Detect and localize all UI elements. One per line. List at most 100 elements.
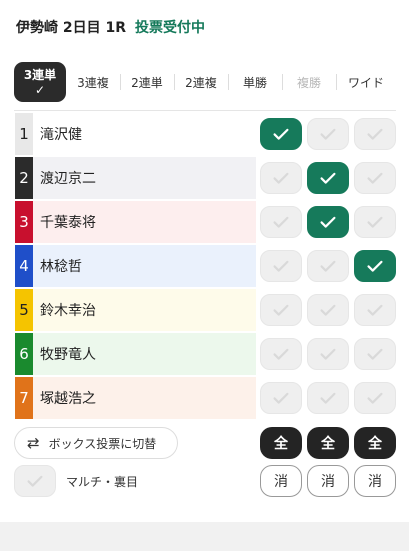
racer-name: 千葉泰将	[33, 200, 256, 243]
check-icon	[367, 304, 383, 316]
position-checks	[256, 249, 396, 282]
position-checks	[256, 381, 396, 414]
tabs-divider	[14, 110, 396, 111]
race-header: 伊勢崎 2日目 1R 投票受付中	[16, 16, 205, 38]
racer-number: 2	[15, 156, 33, 199]
check-icon	[273, 348, 289, 360]
box-switch-label: ボックス投票に切替	[48, 436, 157, 451]
clear-button-3[interactable]: 消	[354, 465, 396, 497]
position-1-checkbox[interactable]	[260, 205, 302, 238]
position-checks	[256, 161, 396, 194]
position-3-checkbox[interactable]	[354, 117, 396, 150]
check-icon	[367, 260, 383, 272]
racer-name: 渡辺京二	[33, 156, 256, 199]
check-icon	[320, 392, 336, 404]
position-1-checkbox[interactable]	[260, 293, 302, 326]
position-2-checkbox[interactable]	[307, 161, 349, 194]
check-icon	[320, 172, 336, 184]
racer-number: 5	[15, 288, 33, 331]
racer-row: 5 鈴木幸治	[15, 288, 396, 332]
select-all-button-1[interactable]: 全	[260, 427, 302, 459]
swap-icon: ⇄	[27, 434, 40, 452]
multi-label: マルチ・裏目	[66, 474, 139, 489]
tab-6: 複勝	[282, 62, 336, 102]
position-2-checkbox[interactable]	[307, 117, 349, 150]
position-2-checkbox[interactable]	[307, 205, 349, 238]
multi-toggle[interactable]: マルチ・裏目	[14, 465, 138, 497]
check-icon	[273, 172, 289, 184]
position-3-checkbox[interactable]	[354, 205, 396, 238]
tab-label: 3連複	[77, 75, 109, 90]
tab-4[interactable]: 2連複	[174, 62, 228, 102]
tab-label: 2連複	[185, 75, 217, 90]
check-icon	[320, 348, 336, 360]
racer-name: 鈴木幸治	[33, 288, 256, 331]
select-all-button-3[interactable]: 全	[354, 427, 396, 459]
position-1-checkbox[interactable]	[260, 249, 302, 282]
position-1-checkbox[interactable]	[260, 337, 302, 370]
position-1-checkbox[interactable]	[260, 117, 302, 150]
position-1-checkbox[interactable]	[260, 161, 302, 194]
clear-row: 消消消	[260, 465, 396, 497]
check-icon	[273, 304, 289, 316]
tab-label: 2連単	[131, 75, 163, 90]
position-2-checkbox[interactable]	[307, 249, 349, 282]
select-all-button-2[interactable]: 全	[307, 427, 349, 459]
multi-checkbox[interactable]	[14, 465, 56, 497]
select-all-row: 全全全	[260, 427, 396, 459]
check-icon	[320, 260, 336, 272]
active-check-icon: ✓	[34, 82, 46, 97]
tab-label: 複勝	[296, 75, 321, 90]
check-icon	[320, 216, 336, 228]
clear-button-1[interactable]: 消	[260, 465, 302, 497]
racer-name: 林稔哲	[33, 244, 256, 287]
tab-3[interactable]: 2連単	[120, 62, 174, 102]
check-icon	[320, 304, 336, 316]
racer-number: 3	[15, 200, 33, 243]
tab-label: 3連単	[23, 67, 57, 82]
racer-row: 7 塚越浩之	[15, 376, 396, 420]
tab-label: 単勝	[242, 75, 267, 90]
tab-2[interactable]: 3連複	[66, 62, 120, 102]
check-icon	[273, 216, 289, 228]
bottom-controls: ⇄ ボックス投票に切替 マルチ・裏目 全全全 消消消	[14, 425, 396, 505]
racer-list: 1 滝沢健 2 渡辺京二 3 千葉泰将 4 林稔哲 5 鈴木幸治 6 牧野竜人 7 塚越浩之	[15, 112, 396, 420]
tab-5[interactable]: 単勝	[228, 62, 282, 102]
racer-name: 滝沢健	[33, 112, 256, 155]
racer-number: 1	[15, 112, 33, 155]
position-3-checkbox[interactable]	[354, 161, 396, 194]
position-2-checkbox[interactable]	[307, 381, 349, 414]
position-checks	[256, 337, 396, 370]
tab-1[interactable]: 3連単 ✓	[14, 62, 66, 102]
racer-name: 塚越浩之	[33, 376, 256, 419]
racer-number: 4	[15, 244, 33, 287]
position-3-checkbox[interactable]	[354, 381, 396, 414]
position-checks	[256, 117, 396, 150]
check-icon	[367, 348, 383, 360]
race-title: 伊勢崎 2日目 1R	[16, 20, 127, 36]
position-3-checkbox[interactable]	[354, 337, 396, 370]
bet-type-tabs: 3連単 ✓ 3連複 2連単 2連複 単勝 複勝 ワイド	[14, 62, 396, 102]
tab-label: ワイド	[347, 75, 384, 90]
racer-row: 3 千葉泰将	[15, 200, 396, 244]
check-icon	[320, 128, 336, 140]
betting-status: 投票受付中	[135, 20, 206, 36]
clear-button-2[interactable]: 消	[307, 465, 349, 497]
check-icon	[367, 392, 383, 404]
racer-row: 2 渡辺京二	[15, 156, 396, 200]
footer-bar	[0, 522, 409, 551]
position-2-checkbox[interactable]	[307, 293, 349, 326]
position-3-checkbox[interactable]	[354, 249, 396, 282]
check-icon	[27, 475, 43, 487]
tab-7[interactable]: ワイド	[336, 62, 396, 102]
racer-row: 6 牧野竜人	[15, 332, 396, 376]
racer-number: 6	[15, 332, 33, 375]
position-3-checkbox[interactable]	[354, 293, 396, 326]
box-switch-button[interactable]: ⇄ ボックス投票に切替	[14, 427, 178, 459]
position-1-checkbox[interactable]	[260, 381, 302, 414]
check-icon	[367, 172, 383, 184]
position-2-checkbox[interactable]	[307, 337, 349, 370]
racer-row: 1 滝沢健	[15, 112, 396, 156]
racer-name: 牧野竜人	[33, 332, 256, 375]
check-icon	[367, 128, 383, 140]
